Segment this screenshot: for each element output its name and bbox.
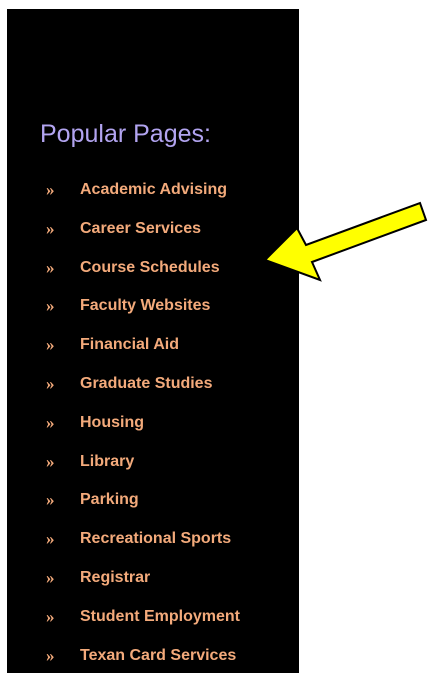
- double-chevron-icon: »: [46, 529, 54, 549]
- double-chevron-icon: »: [46, 490, 54, 510]
- double-chevron-icon: »: [46, 218, 54, 238]
- link-label[interactable]: Texan Card Services: [80, 646, 236, 666]
- double-chevron-icon: »: [46, 373, 54, 393]
- double-chevron-icon: »: [46, 645, 54, 665]
- link-label[interactable]: Housing: [80, 413, 144, 433]
- link-label[interactable]: Registrar: [80, 568, 150, 588]
- double-chevron-icon: »: [46, 567, 54, 587]
- double-chevron-icon: »: [46, 451, 54, 471]
- link-label[interactable]: Library: [80, 452, 134, 472]
- link-label[interactable]: Academic Advising: [80, 180, 227, 200]
- popular-pages-title: Popular Pages:: [40, 120, 211, 148]
- double-chevron-icon: »: [46, 257, 54, 277]
- double-chevron-icon: »: [46, 606, 54, 626]
- popular-pages-panel: Popular Pages: » Academic Advising » Car…: [7, 9, 299, 673]
- link-label[interactable]: Recreational Sports: [80, 529, 231, 549]
- double-chevron-icon: »: [46, 296, 54, 316]
- double-chevron-icon: »: [46, 180, 54, 199]
- link-label[interactable]: Course Schedules: [80, 258, 220, 278]
- link-label[interactable]: Career Services: [80, 219, 201, 239]
- link-label[interactable]: Parking: [80, 490, 139, 510]
- link-label[interactable]: Financial Aid: [80, 335, 179, 355]
- link-label[interactable]: Student Employment: [80, 607, 240, 627]
- link-label[interactable]: Graduate Studies: [80, 374, 212, 394]
- double-chevron-icon: »: [46, 412, 54, 432]
- double-chevron-icon: »: [46, 335, 54, 355]
- link-label[interactable]: Faculty Websites: [80, 296, 210, 316]
